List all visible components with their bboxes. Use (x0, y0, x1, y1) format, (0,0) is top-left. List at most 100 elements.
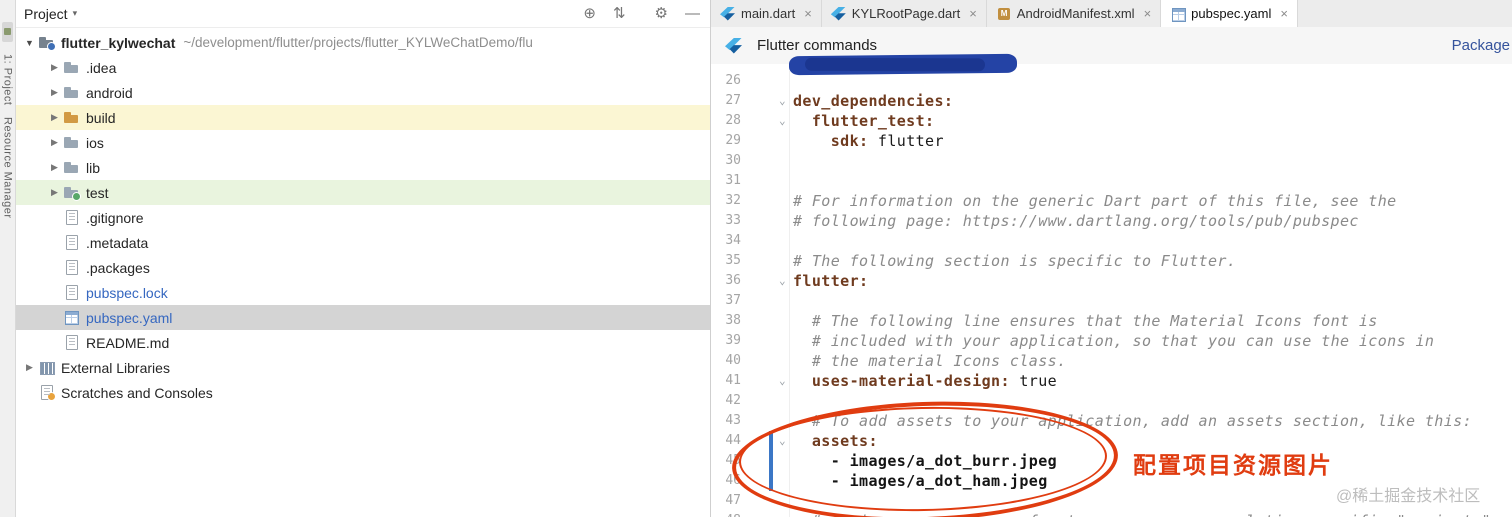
tree-item-packages[interactable]: .packages (16, 255, 710, 280)
icon-badge (47, 42, 56, 51)
hide-panel-icon[interactable]: — (685, 6, 700, 21)
line-number: 30 (725, 153, 741, 168)
tree-item-label: .metadata (86, 234, 149, 251)
fold-arrow-icon[interactable]: ⌄ (779, 371, 786, 391)
line-number: 38 (725, 313, 741, 328)
tree-item-idea[interactable]: ▶ .idea (16, 55, 710, 80)
tree-item-android[interactable]: ▶ android (16, 80, 710, 105)
code-line-36: 36 ⌄ flutter: (711, 271, 1512, 291)
tab-kylrootpage-dart[interactable]: KYLRootPage.dart × (822, 0, 987, 27)
code-token: # the material Icons class. (811, 352, 1067, 370)
tree-item-test[interactable]: ▶ test (16, 180, 710, 205)
locate-icon[interactable]: ⊕ (583, 6, 596, 21)
tree-toggle-arrow-icon[interactable]: ▶ (46, 137, 63, 148)
gutter-cell: ⌄ (741, 111, 790, 131)
tree-item-pubspec-yaml[interactable]: pubspec.yaml (16, 305, 710, 330)
project-panel: Project ▾ ⊕ ⇅ ⚙ — ▼ flutter_kylwechat ~/devel… (16, 0, 711, 517)
file-icon (63, 335, 80, 350)
tab-pubspec-yaml[interactable]: pubspec.yaml × (1161, 0, 1298, 27)
code-line-text: sdk: flutter (790, 131, 944, 151)
code-token: # The following line ensures that the Ma… (811, 312, 1378, 330)
fold-arrow-icon[interactable]: ⌄ (779, 111, 786, 131)
code-line-text: # For information on the generic Dart pa… (790, 191, 1397, 211)
fold-arrow-icon[interactable]: ⌄ (779, 271, 786, 291)
line-number: 39 (725, 333, 741, 348)
yaml-file-icon (1170, 7, 1187, 22)
code-line-30: 30 (711, 151, 1512, 171)
tab-label: main.dart (741, 6, 796, 21)
tree-item-external-libraries[interactable]: ▶ External Libraries (16, 355, 710, 380)
tab-androidmanifest-xml[interactable]: AndroidManifest.xml × (987, 0, 1162, 27)
tree-item-metadata[interactable]: .metadata (16, 230, 710, 255)
tree-toggle-arrow-icon[interactable]: ▼ (21, 38, 38, 48)
code-token: flutter_test: (811, 112, 935, 130)
line-number: 28 (725, 113, 741, 128)
tool-window-stripe: 1: Project Resource Manager (0, 0, 16, 517)
line-number: 41 (725, 373, 741, 388)
tree-item-pubspec-lock[interactable]: pubspec.lock (16, 280, 710, 305)
tree-toggle-arrow-icon[interactable]: ▶ (46, 162, 63, 173)
folder-icon (63, 85, 80, 100)
gutter-cell (741, 291, 790, 311)
chevron-down-icon: ▾ (72, 8, 78, 18)
code-line-text: # included with your application, so tha… (790, 331, 1434, 351)
tree-toggle-arrow-icon[interactable]: ▶ (46, 187, 63, 198)
tree-item-readme-md[interactable]: README.md (16, 330, 710, 355)
gutter-cell (741, 251, 790, 271)
stripe-project-label[interactable]: 1: Project (2, 54, 14, 105)
code-token: true (1009, 372, 1058, 390)
code-line-41: 41 ⌄ uses-material-design: true (711, 371, 1512, 391)
gutter-cell (741, 391, 790, 411)
tree-item-lib[interactable]: ▶ lib (16, 155, 710, 180)
settings-gear-icon[interactable]: ⚙ (655, 6, 668, 21)
tree-item-gitignore[interactable]: .gitignore (16, 205, 710, 230)
tree-item-label: External Libraries (61, 359, 170, 376)
line-number: 43 (725, 413, 741, 428)
tree-item-label: .idea (86, 59, 117, 76)
line-number: 31 (725, 173, 741, 188)
packages-get-link[interactable]: Package (1452, 37, 1510, 54)
fold-arrow-icon[interactable]: ⌄ (779, 91, 786, 111)
close-tab-icon[interactable]: × (969, 7, 977, 20)
tree-toggle-arrow-icon[interactable]: ▶ (46, 112, 63, 123)
code-line-text: # The following line ensures that the Ma… (790, 311, 1378, 331)
tree-toggle-arrow-icon[interactable]: ▶ (46, 87, 63, 98)
project-view-selector[interactable]: Project ▾ (24, 6, 77, 22)
close-tab-icon[interactable]: × (1144, 7, 1152, 20)
stripe-resource-manager-label[interactable]: Resource Manager (2, 117, 14, 219)
line-number: 27 (725, 93, 741, 108)
tree-item-label: README.md (86, 334, 170, 351)
code-token: dev_dependencies: (793, 92, 954, 110)
line-number: 40 (725, 353, 741, 368)
tree-item-build[interactable]: ▶ build (16, 105, 710, 130)
tree-item-label: android (86, 84, 133, 101)
tree-toggle-arrow-icon[interactable]: ▶ (46, 62, 63, 73)
tree-item-label: Scratches and Consoles (61, 384, 213, 401)
tree-item-scratches-and-consoles[interactable]: Scratches and Consoles (16, 380, 710, 405)
tree-item-ios[interactable]: ▶ ios (16, 130, 710, 155)
folder-excluded-icon (63, 110, 80, 125)
gutter-cell: ⌄ (741, 91, 790, 111)
code-token: # For information on the generic Dart pa… (793, 192, 1397, 210)
tree-toggle-arrow-icon[interactable]: ▶ (21, 362, 38, 373)
project-icon (38, 35, 56, 51)
gutter-cell (741, 171, 790, 191)
collapse-all-icon[interactable]: ⇅ (613, 6, 626, 21)
annotation-text: 配置项目资源图片 (1133, 452, 1333, 478)
tree-item-label: build (86, 109, 116, 126)
folder-test-icon (63, 185, 81, 201)
project-view-label: Project (24, 5, 68, 22)
tree-item-label: lib (86, 159, 101, 176)
code-line-text: flutter_test: (790, 111, 934, 131)
close-tab-icon[interactable]: × (804, 7, 812, 20)
project-tool-window-icon[interactable] (2, 22, 13, 42)
tree-item-flutter-kylwechat[interactable]: ▼ flutter_kylwechat ~/development/flutter/… (16, 30, 710, 55)
tab-main-dart[interactable]: main.dart × (711, 0, 822, 27)
close-tab-icon[interactable]: × (1280, 7, 1288, 20)
gutter-cell (741, 511, 790, 517)
